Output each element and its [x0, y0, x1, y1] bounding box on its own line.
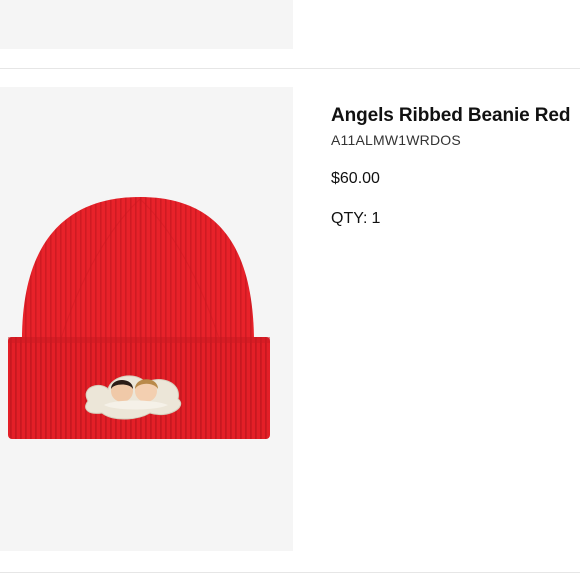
- beanie-crown: [21, 197, 255, 347]
- previous-item-image[interactable]: [0, 0, 293, 49]
- beanie-illustration: [8, 197, 270, 439]
- product-name[interactable]: Angels Ribbed Beanie Red: [331, 105, 580, 127]
- product-price: $60.00: [331, 170, 380, 187]
- quantity-value: 1: [371, 210, 381, 227]
- item-divider-bottom: [0, 572, 580, 573]
- product-quantity: QTY: 1: [331, 209, 580, 229]
- product-sku: A11ALMW1WRDOS: [331, 132, 461, 148]
- product-details: Angels Ribbed Beanie Red A11ALMW1WRDOS $…: [331, 105, 580, 229]
- order-item-page: Angels Ribbed Beanie Red A11ALMW1WRDOS $…: [0, 0, 580, 580]
- product-image[interactable]: [0, 87, 293, 551]
- item-divider-top: [0, 68, 580, 69]
- quantity-label: QTY:: [331, 210, 368, 227]
